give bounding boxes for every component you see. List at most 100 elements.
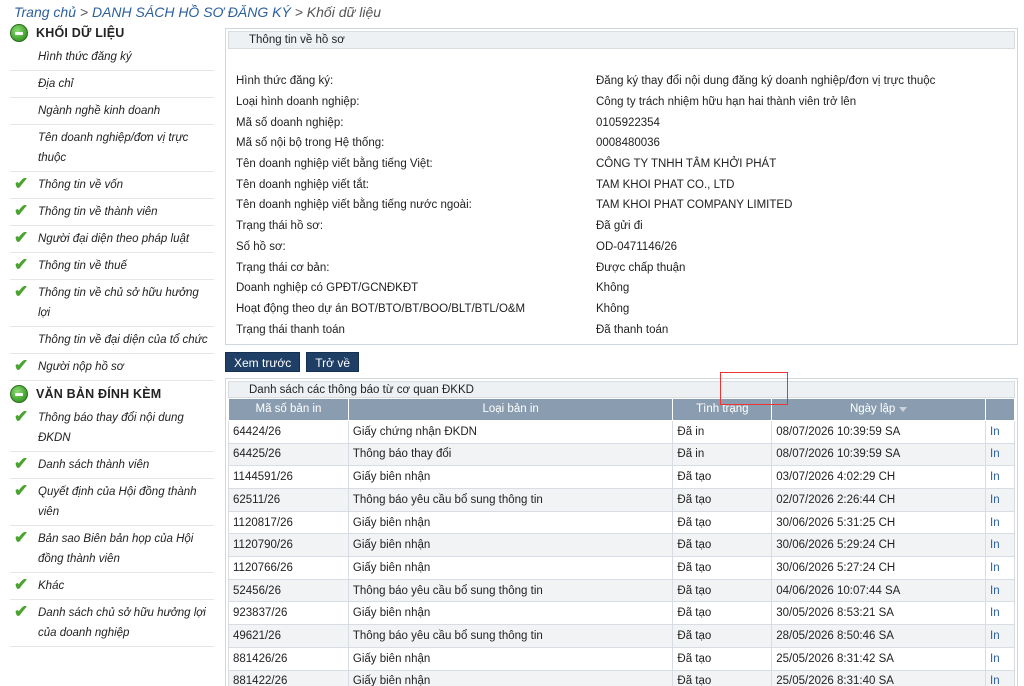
info-value: 0008480036 [596,137,660,150]
info-row: Trạng thái hồ sơ: Đã gửi đi [236,216,1017,237]
info-row: Tên doanh nghiệp viết bằng tiếng nước ng… [236,195,1017,216]
cell-type: Thông báo yêu cầu bổ sung thông tin [347,578,674,603]
sidebar-item[interactable]: ✔ Thông tin về chủ sở hữu hưởng lợi [10,280,214,327]
print-link[interactable]: In [985,465,1015,489]
breadcrumb: Trang chủ > DANH SÁCH HỒ SƠ ĐĂNG KÝ > Kh… [14,4,381,20]
sidebar-section-data-blocks: KHỐI DỮ LIỆU [10,22,214,44]
info-label: Tên doanh nghiệp viết bằng tiếng nước ng… [236,199,472,212]
sidebar-item[interactable]: Địa chỉ [10,71,214,98]
print-link[interactable]: In [985,556,1015,580]
check-icon: ✔ [14,528,29,547]
cell-code: 64425/26 [228,442,349,467]
sidebar-section-attachments: VĂN BẢN ĐÍNH KÈM [10,383,214,405]
green-circle-icon [10,385,28,403]
cell-type: Thông báo thay đổi [347,442,674,467]
sidebar-item-label: Người đại diện theo pháp luật [38,233,190,245]
cell-type: Giấy biên nhận [347,510,674,535]
table-row: 881422/26 Giấy biên nhận Đã tạo 25/05/2026 … [228,669,1015,686]
sidebar-item[interactable]: ✔ Người nộp hồ sơ [10,354,214,381]
print-link[interactable]: In [985,624,1015,648]
column-header-date[interactable]: Ngày lập [771,397,986,421]
sidebar: KHỐI DỮ LIỆU Hình thức đăng ký Địa chỉ Ngà… [10,22,214,647]
sidebar-item[interactable]: ✔ Danh sách thành viên [10,452,214,479]
green-circle-icon [10,24,28,42]
info-row: Trạng thái cơ bản: Được chấp thuận [236,257,1017,278]
sidebar-item-label: Thông tin về thuế [38,260,127,272]
breadcrumb-home-link[interactable]: Trang chủ [14,4,76,20]
info-value: Đăng ký thay đổi nội dung đăng ký doanh … [596,75,936,88]
cell-status: Đã tạo [672,533,773,558]
sidebar-item[interactable]: ✔ Thông tin về thành viên [10,199,214,226]
table-row: 1120766/26 Giấy biên nhận Đã tạo 30/06/2026… [228,556,1015,580]
print-link[interactable]: In [985,578,1015,603]
cell-date: 03/07/2026 4:02:29 CH [771,465,986,489]
info-row: Mã số nội bộ trong Hệ thống: 0008480036 [236,133,1017,154]
column-header-date-label: Ngày lập [849,403,896,416]
cell-type: Giấy biên nhận [347,533,674,558]
cell-code: 1120766/26 [228,556,349,580]
sidebar-item[interactable]: ✔ Khác [10,573,214,600]
sidebar-list-attachments: ✔ Thông báo thay đổi nội dung ĐKDN ✔ Danh s… [10,405,214,647]
sidebar-item-label: Bản sao Biên bản họp của Hội đồng thành … [38,533,194,565]
column-header-status[interactable]: Tình trạng [672,397,773,421]
cell-date: 30/06/2026 5:29:24 CH [771,533,986,558]
print-link[interactable]: In [985,488,1015,512]
cell-status: Đã tạo [672,488,773,512]
sort-down-icon [899,406,908,412]
check-icon: ✔ [14,407,29,426]
print-link[interactable]: In [985,601,1015,626]
preview-button[interactable]: Xem trước [225,351,301,372]
info-value: TAM KHOI PHAT CO., LTD [596,178,735,191]
cell-date: 28/05/2026 8:50:46 SA [771,624,986,648]
check-icon: ✔ [14,282,29,301]
column-header-code[interactable]: Mã số bản in [228,397,349,421]
info-row: Loại hình doanh nghiệp: Công ty trách nhi… [236,92,1017,113]
cell-type: Giấy biên nhận [347,646,674,671]
cell-status: Đã tạo [672,556,773,580]
sidebar-item[interactable]: Tên doanh nghiệp/đơn vị trực thuộc [10,125,214,172]
info-value: CÔNG TY TNHH TÂM KHỞI PHÁT [596,158,777,171]
table-row: 64424/26 Giấy chứng nhận ĐKDN Đã in 08/07/2… [228,419,1015,444]
print-link[interactable]: In [985,442,1015,467]
sidebar-item[interactable]: ✔ Thông tin về thuế [10,253,214,280]
print-link[interactable]: In [985,419,1015,444]
column-header-action [985,397,1015,421]
sidebar-item[interactable]: Hình thức đăng ký [10,44,214,71]
notice-table: Mã số bản in Loại bản in Tình trạng Ngày… [228,397,1015,686]
info-row: Trạng thái thanh toán Đã thanh toán [236,319,1017,340]
sidebar-item[interactable]: ✔ Bản sao Biên bản họp của Hội đồng thành… [10,526,214,573]
cell-type: Giấy biên nhận [347,601,674,626]
info-panel-title: Thông tin về hồ sơ [228,31,1015,49]
cell-code: 881426/26 [228,646,349,671]
info-label: Trạng thái hồ sơ: [236,220,324,233]
sidebar-item[interactable]: ✔ Người đại diện theo pháp luật [10,226,214,253]
info-label: Số hồ sơ: [236,240,286,253]
back-button[interactable]: Trở về [306,351,360,372]
info-row: Tên doanh nghiệp viết tắt: TAM KHOI PHAT … [236,174,1017,195]
check-icon: ✔ [14,174,29,193]
sidebar-item[interactable]: Ngành nghề kinh doanh [10,98,214,125]
info-row: Số hồ sơ: OD-0471146/26 [236,237,1017,258]
sidebar-item[interactable]: ✔ Thông tin về vốn [10,172,214,199]
print-link[interactable]: In [985,533,1015,558]
print-link[interactable]: In [985,510,1015,535]
sidebar-item[interactable]: ✔ Quyết định của Hội đồng thành viên [10,479,214,526]
breadcrumb-list-link[interactable]: DANH SÁCH HỒ SƠ ĐĂNG KÝ [92,4,291,20]
sidebar-item-label: Tên doanh nghiệp/đơn vị trực thuộc [38,132,189,164]
sidebar-item[interactable]: ✔ Danh sách chủ sở hữu hưởng lợi của doan… [10,600,214,647]
check-icon: ✔ [14,228,29,247]
cell-type: Giấy biên nhận [347,556,674,580]
print-link[interactable]: In [985,669,1015,686]
print-link[interactable]: In [985,646,1015,671]
sidebar-item-label: Người nộp hồ sơ [38,361,124,373]
cell-date: 08/07/2026 10:39:59 SA [771,442,986,467]
info-value: OD-0471146/26 [596,240,677,253]
cell-status: Đã tạo [672,624,773,648]
column-header-type[interactable]: Loại bản in [347,397,674,421]
cell-status: Đã tạo [672,601,773,626]
notice-panel-title: Danh sách các thông báo từ cơ quan ĐKKD [228,380,1015,398]
check-icon: ✔ [14,575,29,594]
sidebar-item[interactable]: Thông tin về đại diện của tổ chức [10,327,214,354]
sidebar-item[interactable]: ✔ Thông báo thay đổi nội dung ĐKDN [10,405,214,452]
cell-status: Đã tạo [672,510,773,535]
